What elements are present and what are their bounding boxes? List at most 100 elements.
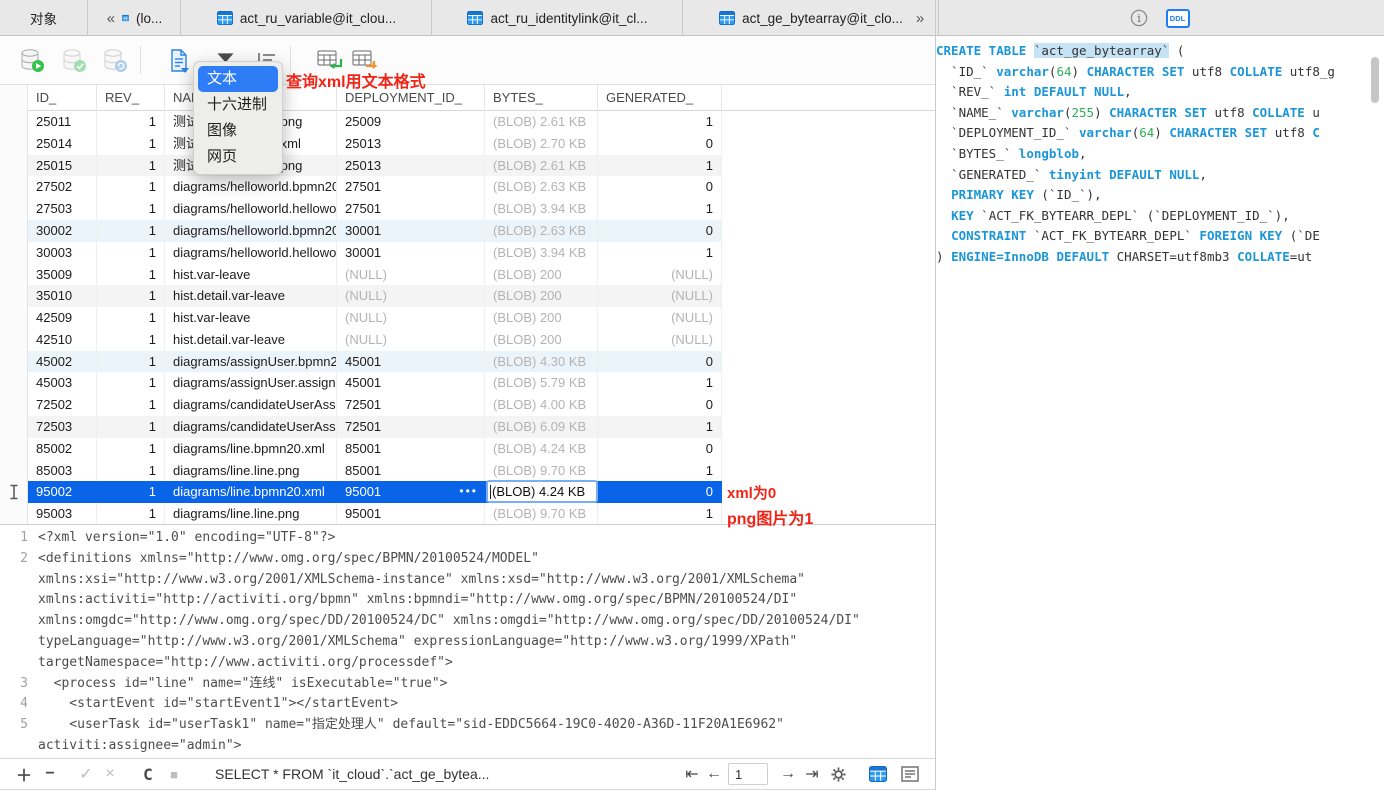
cell-generated[interactable]: 0 bbox=[598, 350, 722, 373]
cell-id[interactable]: 95002 bbox=[28, 481, 97, 504]
cell-name[interactable]: diagrams/assignUser.bpmn20.xml bbox=[165, 350, 337, 373]
cell-rev[interactable]: 1 bbox=[97, 198, 165, 220]
table-row[interactable]: 85003 1 diagrams/line.line.png 85001 (BLOB) … bbox=[0, 459, 935, 482]
cell-id[interactable]: 25015 bbox=[28, 154, 97, 177]
cell-id[interactable]: 25014 bbox=[28, 132, 97, 155]
cell-deployment_id[interactable]: 85001 bbox=[337, 459, 485, 482]
cell-generated[interactable]: (NULL) bbox=[598, 263, 722, 286]
more-tabs-icon[interactable]: » bbox=[905, 0, 935, 36]
column-header-id[interactable]: ID_ bbox=[28, 85, 97, 111]
cell-generated[interactable]: (NULL) bbox=[598, 328, 722, 351]
refresh-button[interactable]: C bbox=[138, 759, 158, 789]
info-icon[interactable]: i bbox=[1130, 9, 1148, 27]
row-selector-cell[interactable] bbox=[0, 350, 28, 373]
tab-4[interactable]: act_ge_bytearray@it_clo... bbox=[684, 0, 939, 36]
table-row[interactable]: 95002 1 diagrams/line.bpmn20.xml 95001 ••• 0 bbox=[0, 481, 935, 504]
row-selector-cell[interactable] bbox=[0, 328, 28, 351]
cell-bytes[interactable]: (BLOB) 200 bbox=[485, 263, 598, 286]
cell-rev[interactable]: 1 bbox=[97, 350, 165, 373]
cell-bytes[interactable]: (BLOB) 4.24 KB bbox=[485, 437, 598, 460]
cell-rev[interactable]: 1 bbox=[97, 241, 165, 264]
row-selector-cell[interactable] bbox=[0, 416, 28, 438]
last-page-icon[interactable]: ⇥ bbox=[802, 759, 822, 789]
cell-bytes[interactable]: (BLOB) 4.00 KB bbox=[485, 394, 598, 417]
cell-deployment_id[interactable]: 95001 ••• bbox=[337, 481, 485, 504]
cell-generated[interactable]: (NULL) bbox=[598, 307, 722, 329]
cell-bytes[interactable]: (BLOB) 3.94 KB bbox=[485, 198, 598, 220]
cell-rev[interactable]: 1 bbox=[97, 394, 165, 417]
cell-generated[interactable]: 1 bbox=[598, 198, 722, 220]
cell-id[interactable]: 45002 bbox=[28, 350, 97, 373]
cell-rev[interactable]: 1 bbox=[97, 503, 165, 525]
cell-rev[interactable]: 1 bbox=[97, 132, 165, 155]
cell-generated[interactable]: 1 bbox=[598, 459, 722, 482]
table-row[interactable]: 42510 1 hist.detail.var-leave (NULL) (BLOB) … bbox=[0, 328, 935, 351]
table-row[interactable]: 725031diagrams/candidateUserAssign.candi… bbox=[0, 416, 935, 438]
cell-id[interactable]: 35010 bbox=[28, 285, 97, 308]
table-row[interactable]: 275021diagrams/helloworld.bpmn20.xml2750… bbox=[0, 176, 935, 199]
cell-name[interactable]: diagrams/helloworld.helloworld.png bbox=[165, 241, 337, 264]
cell-id[interactable]: 42510 bbox=[28, 328, 97, 351]
table-row[interactable]: 250111测试流程图片文件.png25009(BLOB) 2.61 KB1 bbox=[0, 111, 935, 133]
cell-rev[interactable]: 1 bbox=[97, 459, 165, 482]
cell-bytes[interactable]: (BLOB) 3.94 KB bbox=[485, 241, 598, 264]
table-row[interactable]: 300031diagrams/helloworld.helloworld.png… bbox=[0, 241, 935, 264]
cell-rev[interactable]: 1 bbox=[97, 307, 165, 329]
cell-generated[interactable]: 1 bbox=[598, 503, 722, 525]
add-record-button[interactable]: ＋ bbox=[14, 759, 34, 789]
cell-name[interactable]: diagrams/candidateUserAssign.candidate.p… bbox=[165, 416, 337, 438]
cell-id[interactable]: 85002 bbox=[28, 437, 97, 460]
cell-bytes[interactable]: (BLOB) 2.63 KB bbox=[485, 219, 598, 242]
cell-rev[interactable]: 1 bbox=[97, 416, 165, 438]
page-number-input[interactable] bbox=[728, 763, 768, 785]
delete-record-button[interactable]: − bbox=[40, 759, 60, 789]
cell-more-button[interactable]: ••• bbox=[459, 481, 478, 503]
cell-rev[interactable]: 1 bbox=[97, 154, 165, 177]
tab-2[interactable]: act_ru_variable@it_clou... bbox=[182, 0, 432, 36]
cell-generated[interactable]: 1 bbox=[598, 416, 722, 438]
cell-rev[interactable]: 1 bbox=[97, 372, 165, 395]
cell-generated[interactable]: 0 bbox=[598, 437, 722, 460]
cell-name[interactable]: diagrams/helloworld.bpmn20.xml bbox=[165, 176, 337, 199]
cell-generated[interactable]: 0 bbox=[598, 481, 722, 504]
cell-bytes[interactable]: (BLOB) 4.30 KB bbox=[485, 350, 598, 373]
cell-deployment_id[interactable]: 30001 bbox=[337, 241, 485, 264]
cell-id[interactable]: 30003 bbox=[28, 241, 97, 264]
cell-generated[interactable]: 1 bbox=[598, 111, 722, 133]
column-header-bytes[interactable]: BYTES_ bbox=[485, 85, 598, 111]
cell-id[interactable]: 85003 bbox=[28, 459, 97, 482]
cell-generated[interactable]: 1 bbox=[598, 154, 722, 177]
cell-generated[interactable]: (NULL) bbox=[598, 285, 722, 308]
row-selector-cell[interactable] bbox=[0, 394, 28, 417]
row-selector-cell[interactable] bbox=[0, 437, 28, 460]
first-page-icon[interactable]: ⇤ bbox=[682, 759, 702, 789]
cell-bytes[interactable]: (BLOB) 200 bbox=[485, 285, 598, 308]
cell-generated[interactable]: 0 bbox=[598, 176, 722, 199]
cell-bytes[interactable]: (BLOB) 9.70 KB bbox=[485, 503, 598, 525]
row-selector-cell[interactable] bbox=[0, 241, 28, 264]
cell-name[interactable]: hist.detail.var-leave bbox=[165, 285, 337, 308]
show-hidden-tabs-icon[interactable]: « bbox=[107, 10, 115, 27]
cell-name[interactable]: diagrams/line.bpmn20.xml bbox=[165, 437, 337, 460]
cell-rev[interactable]: 1 bbox=[97, 111, 165, 133]
table-row[interactable]: 450021diagrams/assignUser.bpmn20.xml4500… bbox=[0, 350, 935, 373]
page-settings-gear-icon[interactable] bbox=[828, 759, 848, 789]
row-selector-cell[interactable] bbox=[0, 503, 28, 525]
tab-objects[interactable]: 对象 bbox=[0, 0, 88, 36]
tab-3[interactable]: act_ru_identitylink@it_cl... bbox=[433, 0, 683, 36]
row-selector-cell[interactable] bbox=[0, 219, 28, 242]
cell-deployment_id[interactable]: 25013 bbox=[337, 132, 485, 155]
cell-rev[interactable]: 1 bbox=[97, 437, 165, 460]
table-row[interactable]: 275031diagrams/helloworld.helloworld.png… bbox=[0, 198, 935, 220]
cell-deployment_id[interactable]: 27501 bbox=[337, 198, 485, 220]
table-row[interactable]: 42509 1 hist.var-leave (NULL) (BLOB) 200 (NUL… bbox=[0, 307, 935, 329]
cell-deployment_id[interactable]: (NULL) bbox=[337, 328, 485, 351]
row-selector-cell[interactable] bbox=[0, 481, 28, 504]
cell-deployment_id[interactable]: 30001 bbox=[337, 219, 485, 242]
column-header-rev[interactable]: REV_ bbox=[97, 85, 165, 111]
db-rollback-icon[interactable] bbox=[100, 36, 130, 84]
menu-item-3[interactable]: 网页 bbox=[198, 144, 278, 170]
cell-id[interactable]: 25011 bbox=[28, 111, 97, 133]
cell-deployment_id[interactable]: 45001 bbox=[337, 372, 485, 395]
cell-name[interactable]: diagrams/helloworld.bpmn20.xml bbox=[165, 219, 337, 242]
